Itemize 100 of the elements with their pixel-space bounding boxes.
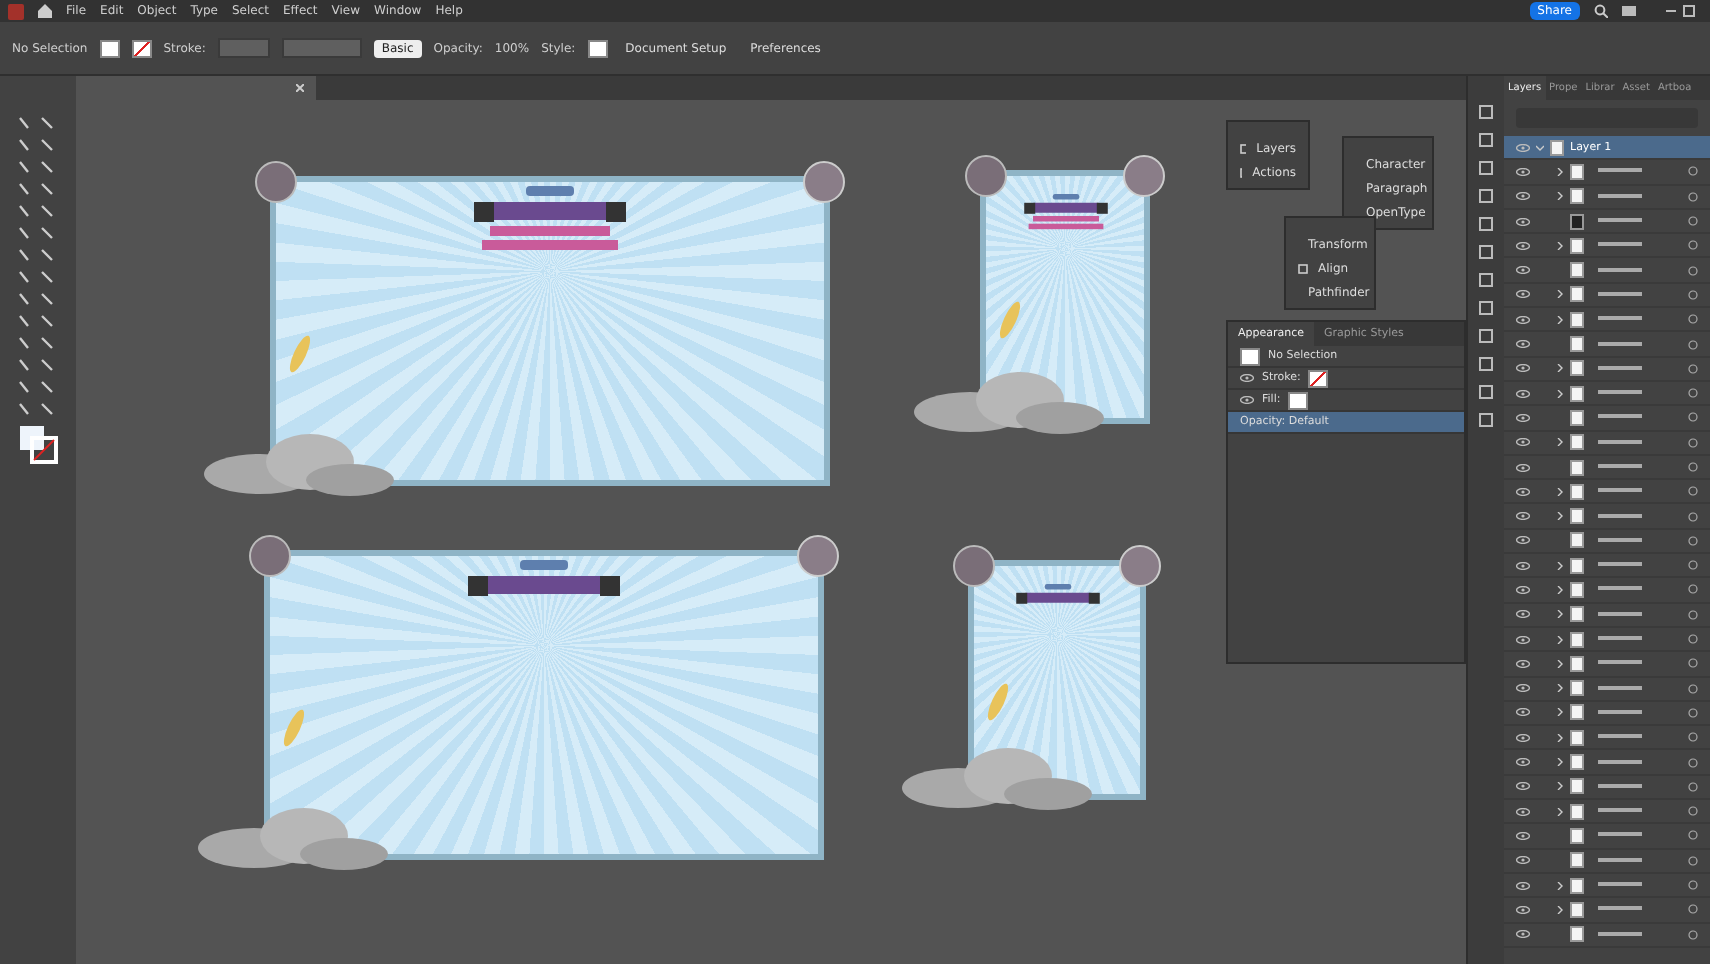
close-icon[interactable]: [296, 84, 304, 92]
chevron-right-icon[interactable]: [1556, 782, 1564, 791]
target-icon[interactable]: [1688, 412, 1698, 423]
target-icon[interactable]: [1688, 732, 1698, 743]
layer-row[interactable]: [1504, 603, 1710, 628]
eye-icon[interactable]: [1516, 708, 1530, 717]
eye-icon[interactable]: [1516, 413, 1530, 422]
stroke-swatch[interactable]: [131, 39, 152, 57]
layer-row[interactable]: [1504, 898, 1710, 923]
target-icon[interactable]: [1688, 265, 1698, 276]
chevron-right-icon[interactable]: [1556, 585, 1564, 594]
layer-row[interactable]: [1504, 160, 1710, 186]
eye-icon[interactable]: [1516, 364, 1530, 373]
eye-icon[interactable]: [1516, 659, 1530, 668]
layer-row[interactable]: [1504, 800, 1710, 825]
chevron-right-icon[interactable]: [1556, 807, 1564, 816]
layer-row[interactable]: [1504, 258, 1710, 284]
layer-row[interactable]: [1504, 750, 1710, 776]
target-icon[interactable]: [1688, 904, 1698, 915]
chevron-right-icon[interactable]: [1556, 438, 1564, 447]
target-icon[interactable]: [1688, 289, 1698, 300]
target-icon[interactable]: [1688, 437, 1698, 448]
fill-swatch[interactable]: [99, 39, 120, 57]
layer-row[interactable]: [1504, 775, 1710, 801]
fill-stroke-icon[interactable]: [18, 424, 58, 464]
eye-icon[interactable]: [1516, 167, 1530, 176]
eye-icon[interactable]: [1516, 512, 1530, 521]
target-icon[interactable]: [1688, 609, 1698, 620]
layer-row[interactable]: [1504, 726, 1710, 751]
chevron-right-icon[interactable]: [1556, 881, 1564, 890]
target-icon[interactable]: [1688, 880, 1698, 891]
chevron-right-icon[interactable]: [1556, 659, 1564, 668]
stroke-swatch[interactable]: [1308, 369, 1329, 387]
eye-icon[interactable]: [1240, 374, 1254, 382]
eye-icon[interactable]: [1516, 192, 1530, 201]
layer-row[interactable]: [1504, 234, 1710, 259]
target-icon[interactable]: [1688, 781, 1698, 792]
target-icon[interactable]: [1688, 191, 1698, 202]
layer-row[interactable]: [1504, 627, 1710, 653]
target-icon[interactable]: [1688, 240, 1698, 251]
layer-row[interactable]: [1504, 480, 1710, 505]
eye-icon[interactable]: [1516, 463, 1530, 471]
layer-row[interactable]: [1504, 209, 1710, 235]
eye-icon[interactable]: [1516, 143, 1530, 152]
layer-row[interactable]: [1504, 824, 1710, 850]
chevron-right-icon[interactable]: [1556, 684, 1564, 693]
layer-row[interactable]: [1504, 455, 1710, 481]
chevron-right-icon[interactable]: [1556, 192, 1564, 201]
chevron-right-icon[interactable]: [1556, 487, 1564, 496]
chevron-right-icon[interactable]: [1556, 167, 1564, 176]
chevron-right-icon[interactable]: [1556, 905, 1564, 914]
target-icon[interactable]: [1688, 683, 1698, 694]
target-icon[interactable]: [1688, 560, 1698, 571]
chevron-right-icon[interactable]: [1556, 512, 1564, 521]
target-icon[interactable]: [1688, 634, 1698, 645]
eye-icon[interactable]: [1516, 807, 1530, 816]
eye-icon[interactable]: [1516, 881, 1530, 890]
chevron-right-icon[interactable]: [1556, 290, 1564, 299]
target-icon[interactable]: [1688, 388, 1698, 399]
eye-icon[interactable]: [1516, 905, 1530, 914]
layer-row[interactable]: [1504, 308, 1710, 333]
target-icon[interactable]: [1688, 855, 1698, 866]
eye-icon[interactable]: [1516, 856, 1530, 865]
style-swatch[interactable]: [587, 39, 608, 57]
search-icon[interactable]: [1594, 4, 1608, 18]
layer-row[interactable]: [1504, 529, 1710, 555]
chevron-right-icon[interactable]: [1556, 610, 1564, 619]
fill-swatch[interactable]: [1288, 391, 1309, 409]
eye-icon[interactable]: [1516, 561, 1530, 570]
target-icon[interactable]: [1688, 339, 1698, 350]
layer-row[interactable]: [1504, 578, 1710, 604]
target-icon[interactable]: [1688, 806, 1698, 817]
target-icon[interactable]: [1688, 929, 1698, 940]
chevron-right-icon[interactable]: [1556, 389, 1564, 398]
layer-row[interactable]: [1504, 431, 1710, 456]
eye-icon[interactable]: [1516, 241, 1530, 250]
eye-icon[interactable]: [1516, 733, 1530, 742]
target-icon[interactable]: [1688, 462, 1698, 472]
chevron-right-icon[interactable]: [1556, 758, 1564, 767]
chevron-right-icon[interactable]: [1556, 708, 1564, 717]
target-icon[interactable]: [1688, 757, 1698, 768]
target-icon[interactable]: [1688, 486, 1698, 497]
layer-row[interactable]: [1504, 701, 1710, 727]
layer-row[interactable]: [1504, 332, 1710, 358]
stroke-field[interactable]: [217, 38, 270, 58]
chevron-right-icon[interactable]: [1556, 364, 1564, 373]
eye-icon[interactable]: [1516, 585, 1530, 594]
target-icon[interactable]: [1688, 535, 1698, 546]
layer-row[interactable]: [1504, 677, 1710, 702]
eye-icon[interactable]: [1516, 831, 1530, 840]
target-icon[interactable]: [1688, 584, 1698, 595]
layer-row[interactable]: [1504, 873, 1710, 899]
layer-row[interactable]: [1504, 652, 1710, 678]
chevron-down-icon[interactable]: [1536, 143, 1544, 152]
eye-icon[interactable]: [1516, 684, 1530, 693]
target-icon[interactable]: [1688, 658, 1698, 669]
target-icon[interactable]: [1688, 216, 1698, 227]
layer-row[interactable]: [1504, 406, 1710, 432]
eye-icon[interactable]: [1516, 635, 1530, 644]
layer-row[interactable]: [1504, 554, 1710, 579]
